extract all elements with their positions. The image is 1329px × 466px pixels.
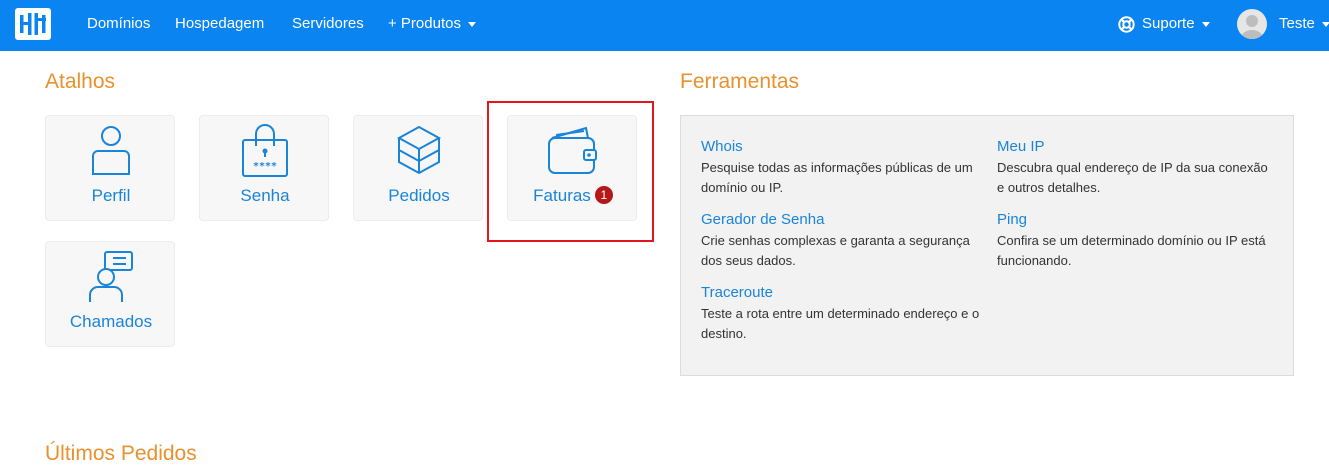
shortcut-label: Pedidos [388,186,450,205]
tool-link-whois[interactable]: Whois [701,137,981,157]
chevron-down-icon [1201,21,1210,27]
user-avatar-icon [1241,15,1263,39]
tool-link-gerador-senha[interactable]: Gerador de Senha [701,210,981,230]
tool-description: Teste a rota entre um determinado endere… [701,306,980,341]
shortcut-chamados[interactable]: Chamados [45,241,175,347]
support-menu[interactable]: Suporte [1142,15,1210,32]
tool-meu-ip: Meu IP Descubra qual endereço de IP da s… [997,137,1277,198]
tool-ping: Ping Confira se um determinado domínio o… [997,210,1277,271]
orders-title: Últimos Pedidos [45,442,197,465]
lifebuoy-icon[interactable] [1118,16,1135,33]
avatar[interactable] [1237,9,1267,39]
svg-text:****: **** [253,161,277,172]
tool-link-ping[interactable]: Ping [997,210,1277,230]
nav-link-produtos-label: + Produtos [388,15,461,32]
logo-icon [20,13,46,35]
chevron-down-icon [467,21,476,27]
box-icon [396,125,442,175]
tool-whois: Whois Pesquise todas as informações públ… [701,137,981,198]
nav-link-servidores[interactable]: Servidores [292,15,364,32]
shortcut-label: Chamados [69,312,153,331]
tools-panel: Whois Pesquise todas as informações públ… [680,115,1294,376]
tool-gerador-senha: Gerador de Senha Crie senhas complexas e… [701,210,981,271]
top-navbar: Domínios Hospedagem Servidores + Produto… [0,0,1329,51]
shortcut-label: Senha [240,186,290,205]
nav-link-dominios[interactable]: Domínios [87,15,150,32]
shortcut-senha[interactable]: **** Senha [199,115,329,221]
user-menu[interactable]: Teste [1279,15,1329,32]
support-ticket-icon [89,251,133,302]
tool-traceroute: Traceroute Teste a rota entre um determi… [701,283,981,344]
highlight-box [487,101,654,242]
support-label: Suporte [1142,15,1195,32]
tool-description: Confira se um determinado domínio ou IP … [997,233,1266,268]
tool-link-traceroute[interactable]: Traceroute [701,283,981,303]
shortcut-perfil[interactable]: Perfil [45,115,175,221]
user-name: Teste [1279,15,1315,32]
tool-description: Crie senhas complexas e garanta a segura… [701,233,970,268]
lock-icon: **** [242,124,288,177]
tool-description: Descubra qual endereço de IP da sua cone… [997,160,1268,195]
shortcut-label: Perfil [91,186,131,205]
shortcuts-title: Atalhos [45,70,116,93]
user-icon [92,126,130,175]
brand-logo[interactable] [15,8,51,40]
nav-link-hospedagem[interactable]: Hospedagem [175,15,264,32]
nav-link-produtos[interactable]: + Produtos [388,15,476,32]
tool-description: Pesquise todas as informações públicas d… [701,160,973,195]
chevron-down-icon [1321,21,1329,27]
shortcut-pedidos[interactable]: Pedidos [353,115,483,221]
tool-link-meu-ip[interactable]: Meu IP [997,137,1277,157]
tools-title: Ferramentas [680,70,800,93]
